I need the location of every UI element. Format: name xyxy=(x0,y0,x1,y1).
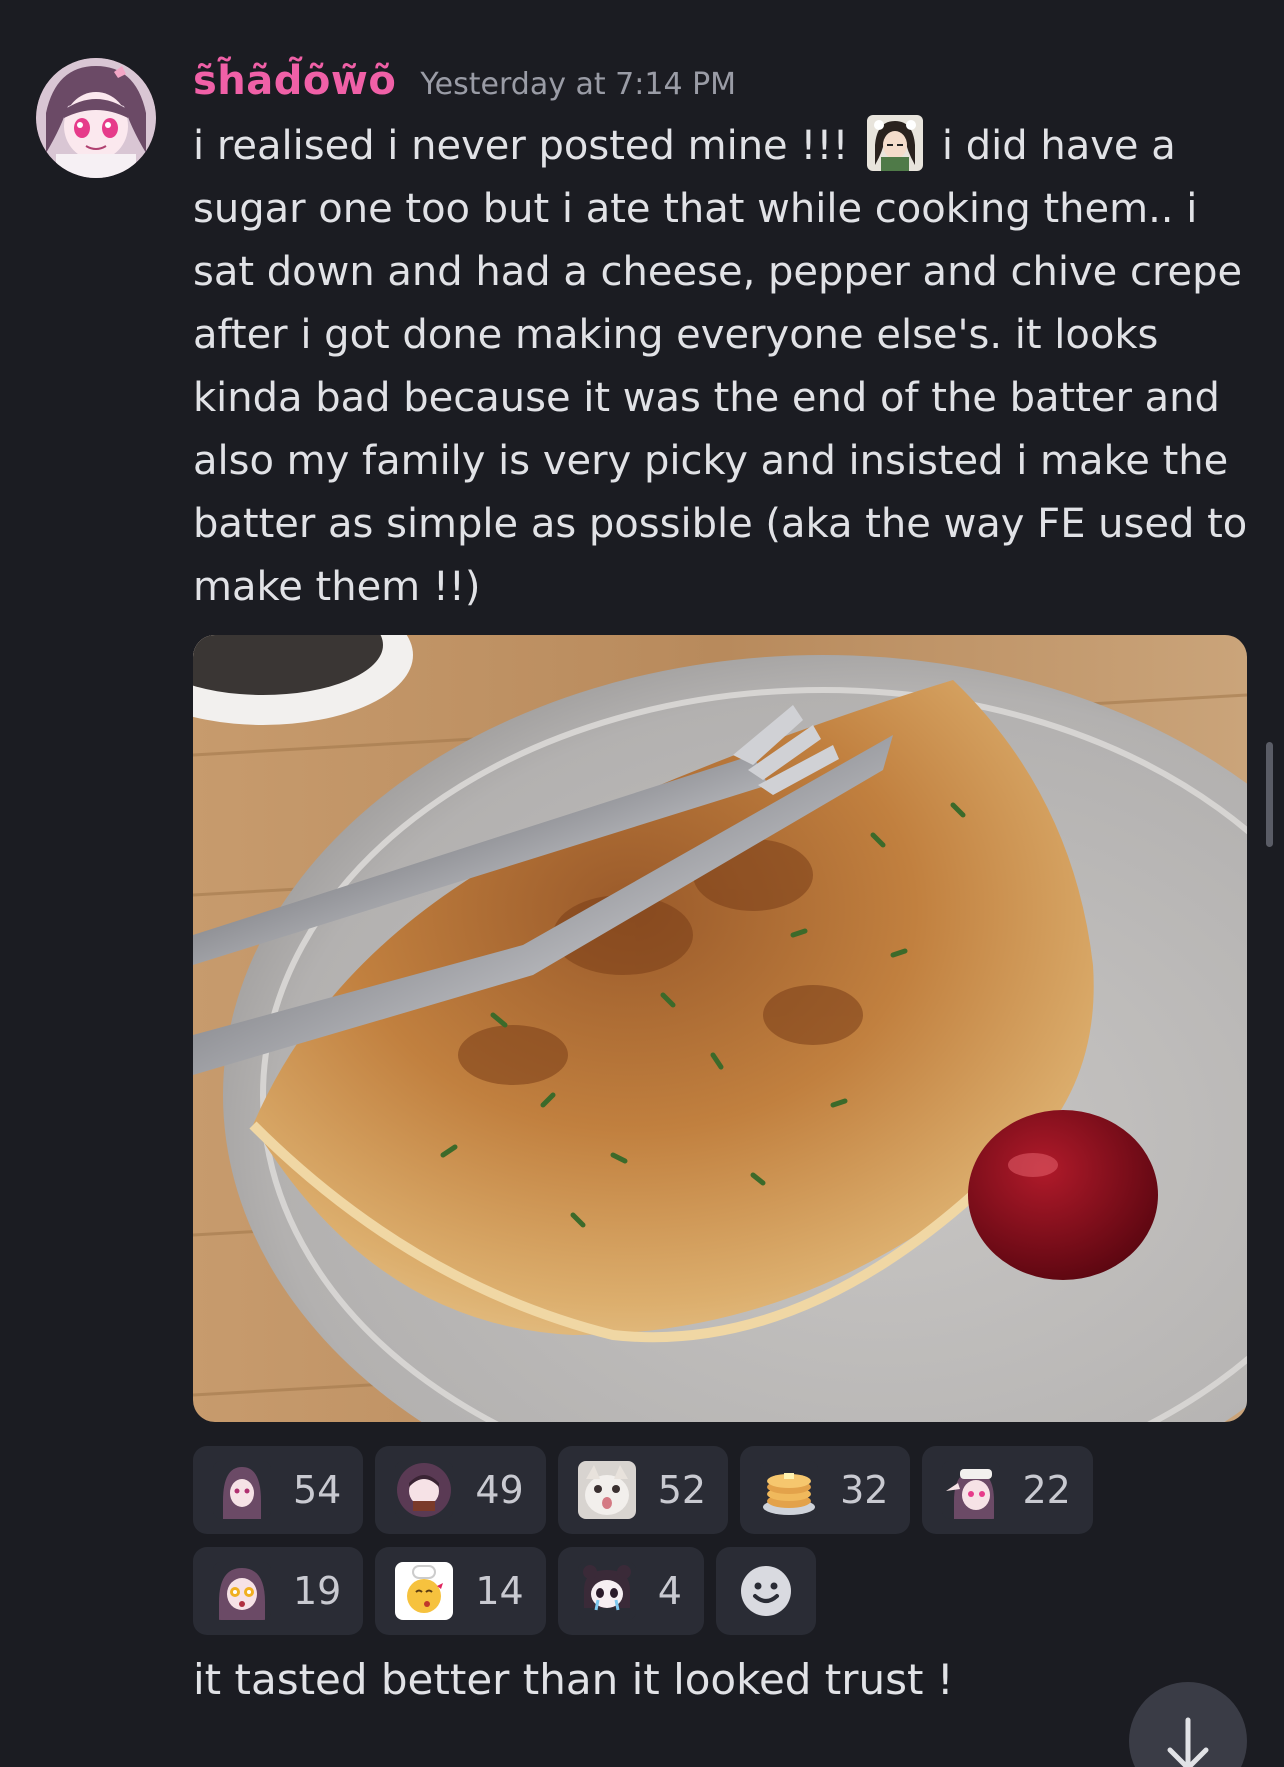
reaction-button[interactable]: 32 xyxy=(740,1446,911,1534)
anime-girl-portrait-emoji-icon xyxy=(213,1461,271,1519)
anime-girl-emoji-icon[interactable] xyxy=(867,115,924,171)
anime-girl-shocked-emoji-icon xyxy=(213,1562,271,1620)
author-name[interactable]: s̃h̃ãd̃õw̃õ xyxy=(193,58,396,104)
user-avatar[interactable] xyxy=(36,58,156,178)
reaction-button[interactable]: 54 xyxy=(193,1446,364,1534)
pancakes-emoji-icon xyxy=(760,1461,819,1519)
reaction-button[interactable]: 14 xyxy=(375,1547,546,1635)
reaction-count: 22 xyxy=(1022,1468,1071,1512)
reaction-button[interactable]: 49 xyxy=(375,1446,546,1534)
reaction-button[interactable]: 19 xyxy=(193,1547,364,1635)
message-body: i realised i never posted mine !!! i did… xyxy=(193,115,1253,619)
reaction-count: 4 xyxy=(657,1569,682,1613)
anime-girl-saluting-emoji-icon xyxy=(942,1461,1001,1519)
smiley-add-reaction-icon xyxy=(740,1566,791,1616)
scrollbar-thumb[interactable] xyxy=(1266,742,1273,847)
crying-chibi-emoji-icon xyxy=(577,1562,636,1620)
message-header: s̃h̃ãd̃õw̃õ Yesterday at 7:14 PM xyxy=(193,58,736,104)
reactions-row-1: 54 49 52 32 22 xyxy=(193,1446,1193,1534)
reaction-button[interactable]: 4 xyxy=(557,1547,704,1635)
chat-view: s̃h̃ãd̃õw̃õ Yesterday at 7:14 PM i reali… xyxy=(0,0,1284,1767)
reactions-bar: 54 49 52 32 22 19 14 4 xyxy=(193,1446,1193,1648)
followup-message: it tasted better than it looked trust ! xyxy=(193,1655,954,1704)
crepe-photo-attachment[interactable] xyxy=(193,635,1247,1422)
reaction-count: 49 xyxy=(475,1468,524,1512)
chef-kiss-emoji-icon xyxy=(395,1562,454,1620)
message-timestamp: Yesterday at 7:14 PM xyxy=(420,67,737,102)
cat-face-emoji-icon xyxy=(577,1461,636,1519)
reaction-count: 52 xyxy=(657,1468,707,1512)
reaction-button[interactable]: 52 xyxy=(557,1446,729,1534)
reaction-count: 32 xyxy=(840,1468,889,1512)
reaction-count: 54 xyxy=(293,1468,342,1512)
reaction-count: 19 xyxy=(293,1569,342,1613)
anime-girl-holding-emoji-icon xyxy=(395,1461,454,1519)
arrow-down-icon xyxy=(1167,1717,1209,1767)
jump-to-bottom-button[interactable] xyxy=(1129,1682,1247,1767)
message-text-part-2: i did have a sugar one too but i ate tha… xyxy=(193,123,1248,610)
add-reaction-button[interactable] xyxy=(715,1547,816,1635)
message-text-part-1: i realised i never posted mine !!! xyxy=(193,123,862,169)
reaction-button[interactable]: 22 xyxy=(922,1446,1093,1534)
reactions-row-2: 19 14 4 xyxy=(193,1547,1193,1635)
reaction-count: 14 xyxy=(475,1569,524,1613)
